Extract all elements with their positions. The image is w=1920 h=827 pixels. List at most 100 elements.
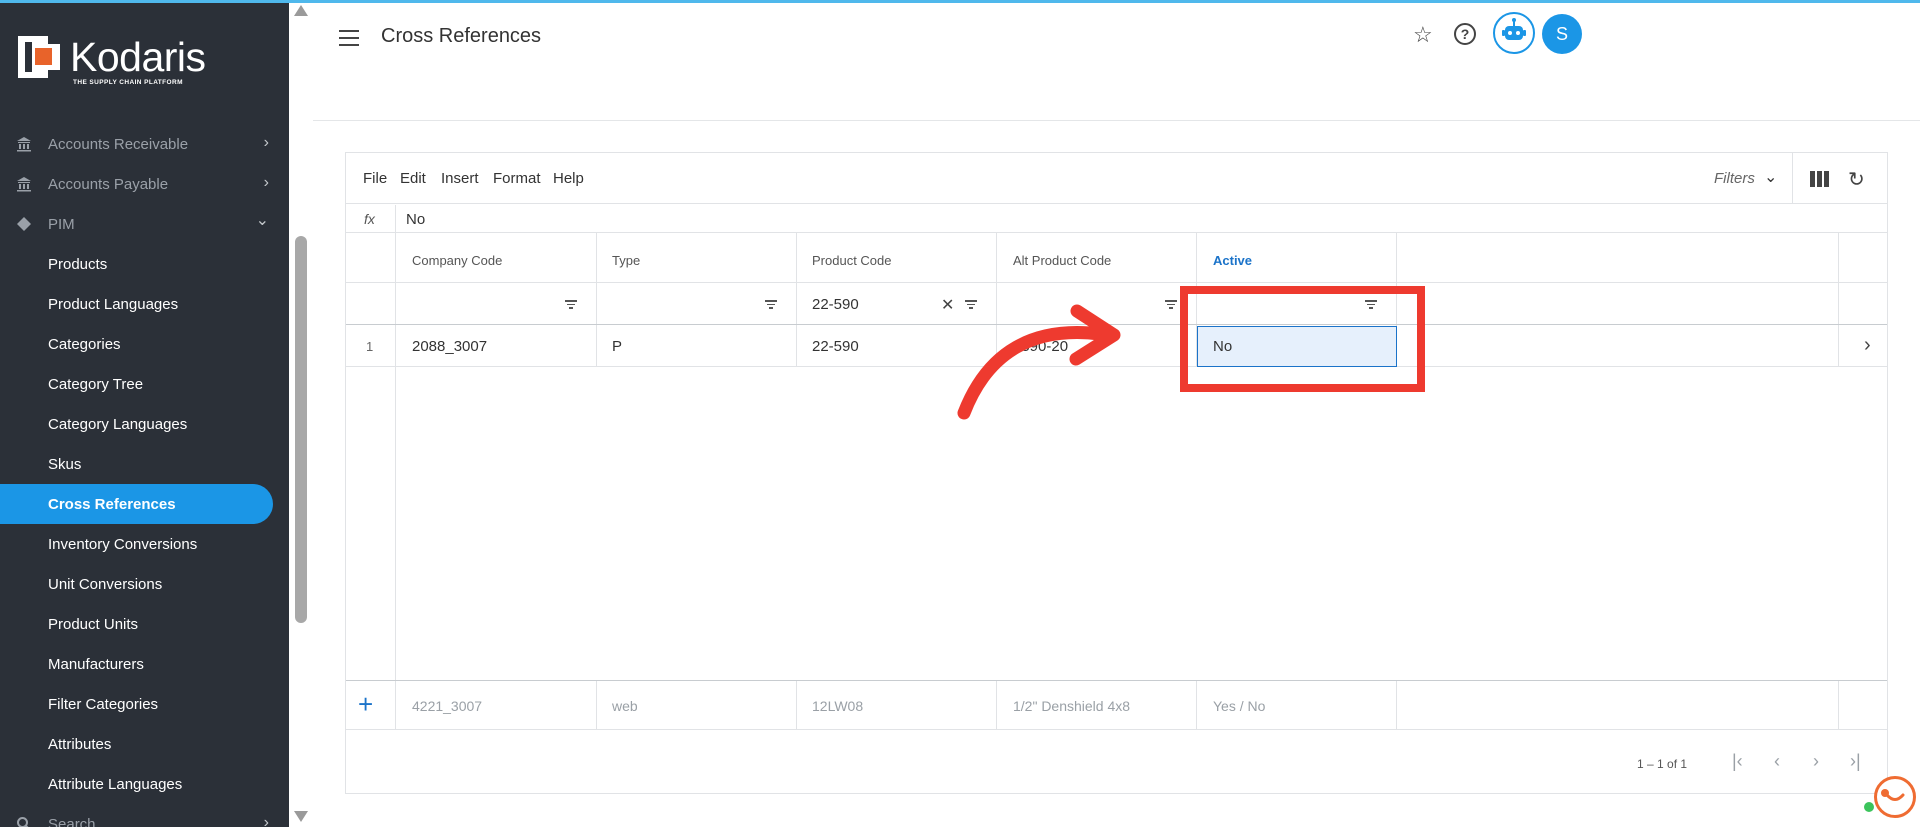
sidebar-item-label: Attribute Languages xyxy=(48,775,183,793)
sidebar-item-label: Unit Conversions xyxy=(48,575,163,593)
cell-type[interactable]: P xyxy=(612,338,622,355)
top-accent-line xyxy=(0,0,1920,3)
formula-bar: fx No xyxy=(346,205,1887,233)
cell-product-code[interactable]: 22-590 xyxy=(812,338,859,355)
cell-company-code[interactable]: 2088_3007 xyxy=(412,338,487,355)
sidebar-item-product-units[interactable]: Product Units xyxy=(0,604,289,644)
sidebar-item-label: Cross References xyxy=(48,495,176,513)
scroll-down-arrow-icon[interactable] xyxy=(294,811,308,822)
sidebar-item-search[interactable]: Search › xyxy=(0,804,289,827)
logo-wordmark: Kodaris xyxy=(70,34,206,80)
row-detail-chevron-icon[interactable]: › xyxy=(1864,334,1871,357)
scrollbar-thumb[interactable] xyxy=(295,236,307,623)
annotation-arrow-icon xyxy=(957,304,1121,420)
tag-icon xyxy=(17,217,31,231)
sidebar-item-skus[interactable]: Skus xyxy=(0,444,289,484)
chat-support-icon[interactable] xyxy=(1874,776,1916,818)
kodaris-logo[interactable]: Kodaris THE SUPPLY CHAIN PLATFORM xyxy=(18,36,206,86)
grid-column-line xyxy=(596,681,597,729)
filter-icon[interactable] xyxy=(765,300,777,309)
sidebar-item-manufacturers[interactable]: Manufacturers xyxy=(0,644,289,684)
sidebar-item-products[interactable]: Products xyxy=(0,244,289,284)
sidebar-item-label: Accounts Payable xyxy=(48,175,169,193)
sidebar-item-label: Categories xyxy=(48,335,121,353)
sidebar-item-label: Accounts Receivable xyxy=(48,135,189,153)
sidebar-item-label: Product Units xyxy=(48,615,139,633)
menu-edit[interactable]: Edit xyxy=(400,170,426,187)
pagination-summary: 1 – 1 of 1 xyxy=(1637,757,1688,771)
new-type-placeholder[interactable]: web xyxy=(612,698,638,714)
menu-insert[interactable]: Insert xyxy=(441,170,479,187)
new-active-placeholder[interactable]: Yes / No xyxy=(1213,698,1265,714)
new-product-code-placeholder[interactable]: 12LW08 xyxy=(812,698,863,714)
chevron-down-icon[interactable]: ⌄ xyxy=(1764,167,1777,187)
add-row-plus-icon[interactable]: + xyxy=(358,691,373,717)
sidebar-item-label: Skus xyxy=(48,455,82,473)
column-header-type[interactable]: Type xyxy=(612,253,640,268)
column-header-company-code[interactable]: Company Code xyxy=(412,253,502,268)
sidebar-item-accounts-receivable[interactable]: Accounts Receivable › xyxy=(0,124,289,164)
sidebar-item-label: Filter Categories xyxy=(48,695,159,713)
sidebar-item-label: Product Languages xyxy=(48,295,179,313)
data-grid-panel: File Edit Insert Format Help Filters ⌄ ↻… xyxy=(345,152,1888,794)
new-alt-product-code-placeholder[interactable]: 1/2" Denshield 4x8 xyxy=(1013,698,1130,714)
sidebar-item-label: Attributes xyxy=(48,735,112,753)
hamburger-menu-icon[interactable] xyxy=(339,30,359,46)
kodaris-logo-mark-icon xyxy=(18,36,60,78)
grid-header-row xyxy=(346,233,1887,283)
star-favorite-icon[interactable]: ☆ xyxy=(1413,24,1433,46)
sidebar-item-product-languages[interactable]: Product Languages xyxy=(0,284,289,324)
first-page-icon[interactable]: |‹ xyxy=(1732,751,1743,772)
row-number: 1 xyxy=(366,339,374,354)
column-header-active[interactable]: Active xyxy=(1213,253,1252,268)
last-page-icon[interactable]: ›| xyxy=(1850,751,1861,772)
grid-column-line xyxy=(1838,681,1839,729)
user-avatar[interactable]: S xyxy=(1542,14,1582,54)
sidebar-item-inventory-conversions[interactable]: Inventory Conversions xyxy=(0,524,289,564)
grid-column-line xyxy=(395,681,396,729)
grid-menubar: File Edit Insert Format Help Filters ⌄ ↻ xyxy=(346,153,1887,204)
menu-format[interactable]: Format xyxy=(493,170,541,187)
chevron-right-icon: › xyxy=(263,134,269,151)
sidebar-item-label: Manufacturers xyxy=(48,655,144,673)
formula-input[interactable]: No xyxy=(406,211,425,228)
sidebar-item-label: Inventory Conversions xyxy=(48,535,198,553)
sidebar-item-categories[interactable]: Categories xyxy=(0,324,289,364)
sidebar-item-label: Category Tree xyxy=(48,375,144,393)
refresh-icon[interactable]: ↻ xyxy=(1848,167,1865,192)
filter-icon[interactable] xyxy=(565,300,577,309)
menu-file[interactable]: File xyxy=(363,170,387,187)
scroll-up-arrow-icon[interactable] xyxy=(294,5,308,16)
sidebar-item-accounts-payable[interactable]: Accounts Payable › xyxy=(0,164,289,204)
sidebar-item-unit-conversions[interactable]: Unit Conversions xyxy=(0,564,289,604)
new-row-entry: + 4221_3007 web 12LW08 1/2" Denshield 4x… xyxy=(346,680,1887,730)
sidebar-item-pim[interactable]: PIM ⌄ xyxy=(0,204,289,244)
formula-fx-label: fx xyxy=(364,211,375,227)
column-header-product-code[interactable]: Product Code xyxy=(812,253,892,268)
help-icon[interactable]: ? xyxy=(1454,23,1476,45)
sidebar: Kodaris THE SUPPLY CHAIN PLATFORM Accoun… xyxy=(0,0,289,827)
sidebar-item-attributes[interactable]: Attributes xyxy=(0,724,289,764)
columns-icon[interactable] xyxy=(1810,171,1829,187)
sidebar-item-label: Category Languages xyxy=(48,415,188,433)
new-company-code-placeholder[interactable]: 4221_3007 xyxy=(412,698,482,714)
menu-help[interactable]: Help xyxy=(553,170,584,187)
next-page-icon[interactable]: › xyxy=(1813,751,1819,772)
bank-icon xyxy=(17,177,31,192)
product-code-filter-input[interactable]: 22-590 xyxy=(812,296,859,313)
sidebar-item-category-tree[interactable]: Category Tree xyxy=(0,364,289,404)
sidebar-item-cross-references[interactable]: Cross References xyxy=(0,484,273,524)
formula-divider xyxy=(395,205,396,233)
logo-tagline: THE SUPPLY CHAIN PLATFORM xyxy=(73,79,183,86)
column-header-alt-product-code[interactable]: Alt Product Code xyxy=(1013,253,1111,268)
filter-icon[interactable] xyxy=(1165,300,1177,309)
previous-page-icon[interactable]: ‹ xyxy=(1774,751,1780,772)
sidebar-item-category-languages[interactable]: Category Languages xyxy=(0,404,289,444)
sidebar-item-attribute-languages[interactable]: Attribute Languages xyxy=(0,764,289,804)
chevron-right-icon: › xyxy=(263,174,269,191)
annotation-highlight-box xyxy=(1180,286,1425,392)
sidebar-item-filter-categories[interactable]: Filter Categories xyxy=(0,684,289,724)
filters-dropdown[interactable]: Filters xyxy=(1714,170,1755,187)
assistant-bot-icon[interactable] xyxy=(1493,12,1535,54)
page-header: Cross References xyxy=(313,3,1920,121)
